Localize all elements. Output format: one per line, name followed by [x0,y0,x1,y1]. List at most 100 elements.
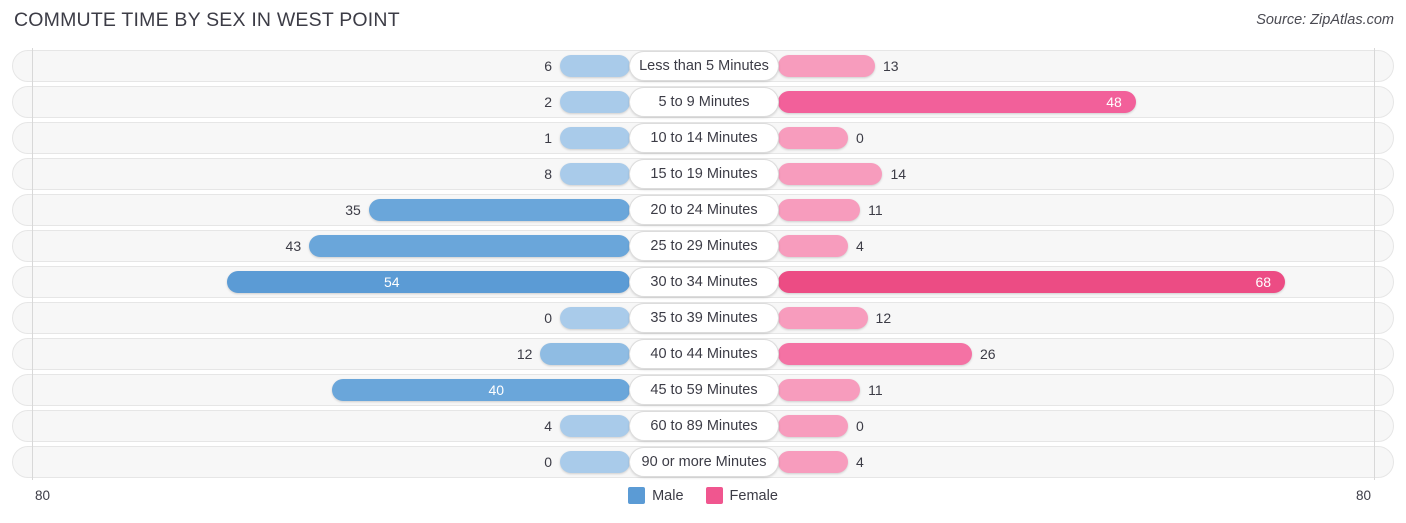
row-bars: 8 14 15 to 19 Minutes [0,156,1406,192]
category-label: 10 to 14 Minutes [650,130,758,146]
table-row: 2 48 5 to 9 Minutes [0,84,1406,120]
legend-label: Female [729,487,778,504]
bar-value-male: 1 [544,130,552,146]
category-label-pill: 40 to 44 Minutes [629,339,779,369]
bar-female[interactable] [778,415,848,437]
category-label: 40 to 44 Minutes [650,346,758,362]
bar-male[interactable] [560,127,630,149]
category-label-pill: 30 to 34 Minutes [629,267,779,297]
bar-value-male: 35 [345,202,361,218]
row-bars: 54 68 30 to 34 Minutes [0,264,1406,300]
bar-male[interactable] [368,199,630,221]
bar-value-male: 8 [544,166,552,182]
category-label: 15 to 19 Minutes [650,166,758,182]
bar-value-male: 43 [285,238,302,254]
bar-male[interactable] [560,415,630,437]
category-label: 45 to 59 Minutes [650,382,758,398]
plot-area: 6 13 Less than 5 Minutes 2 48 5 to 9 Minutes 1… [0,48,1406,480]
row-bars: 4 0 60 to 89 Minutes [0,408,1406,444]
page-title: COMMUTE TIME BY SEX IN WEST POINT [14,9,400,31]
table-row: 6 13 Less than 5 Minutes [0,48,1406,84]
row-bars: 43 4 25 to 29 Minutes [0,228,1406,264]
legend-item-female[interactable]: Female [705,487,778,504]
legend-label: Male [652,487,684,504]
bar-value-female: 68 [1255,274,1272,290]
category-label: 35 to 39 Minutes [650,310,758,326]
category-label: 5 to 9 Minutes [658,94,750,110]
bar-male[interactable] [331,379,630,401]
bar-male[interactable] [309,235,630,257]
row-bars: 0 12 35 to 39 Minutes [0,300,1406,336]
bar-value-female: 11 [868,382,883,398]
bar-female[interactable] [778,55,875,77]
bar-value-female: 14 [890,166,907,182]
bar-rows: 6 13 Less than 5 Minutes 2 48 5 to 9 Minutes 1… [0,48,1406,480]
bar-value-male: 12 [516,346,533,362]
bar-value-male: 2 [544,94,552,110]
bar-male[interactable] [540,343,630,365]
bar-female[interactable] [778,127,848,149]
legend-swatch-female [705,487,723,504]
table-row: 8 14 15 to 19 Minutes [0,156,1406,192]
bar-value-male: 4 [544,418,552,434]
bar-male[interactable] [560,307,630,329]
category-label-pill: 35 to 39 Minutes [629,303,779,333]
row-bars: 12 26 40 to 44 Minutes [0,336,1406,372]
category-label: 60 to 89 Minutes [650,418,758,434]
bar-value-female: 0 [856,418,864,434]
bar-female[interactable] [778,199,861,221]
bar-female[interactable] [778,343,973,365]
bar-male[interactable] [227,271,630,293]
category-label: 25 to 29 Minutes [650,238,758,254]
legend-swatch-male [628,487,646,504]
category-label-pill: 25 to 29 Minutes [629,231,779,261]
category-label-pill: 5 to 9 Minutes [629,87,779,117]
row-bars: 1 0 10 to 14 Minutes [0,120,1406,156]
table-row: 54 68 30 to 34 Minutes [0,264,1406,300]
category-label-pill: 15 to 19 Minutes [629,159,779,189]
bar-male[interactable] [560,91,630,113]
bar-value-female: 12 [875,310,892,326]
chart-header: COMMUTE TIME BY SEX IN WEST POINT Source… [0,0,1406,44]
bar-female[interactable] [778,451,848,473]
bar-male[interactable] [560,451,630,473]
bar-female[interactable] [778,91,1137,113]
bar-female[interactable] [778,163,883,185]
table-row: 43 4 25 to 29 Minutes [0,228,1406,264]
table-row: 40 11 45 to 59 Minutes [0,372,1406,408]
bar-male[interactable] [560,163,630,185]
bar-female[interactable] [778,271,1286,293]
source-attribution: Source: ZipAtlas.com [1256,12,1394,28]
bar-female[interactable] [778,379,861,401]
table-row: 0 4 90 or more Minutes [0,444,1406,480]
bar-value-male: 0 [544,454,552,470]
row-bars: 0 4 90 or more Minutes [0,444,1406,480]
bar-value-female: 0 [856,130,864,146]
row-bars: 2 48 5 to 9 Minutes [0,84,1406,120]
category-label-pill: 45 to 59 Minutes [629,375,779,405]
axis-line-left [32,48,33,480]
bar-value-female: 13 [883,58,899,74]
bar-value-female: 11 [868,202,883,218]
category-label: 90 or more Minutes [641,454,767,470]
bar-female[interactable] [778,235,848,257]
category-label: 20 to 24 Minutes [650,202,758,218]
category-label-pill: 90 or more Minutes [629,447,779,477]
axis-line-right [1374,48,1375,480]
category-label-pill: 60 to 89 Minutes [629,411,779,441]
bar-value-female: 26 [980,346,996,362]
category-label-pill: Less than 5 Minutes [629,51,779,81]
bar-value-male: 6 [544,58,552,74]
table-row: 4 0 60 to 89 Minutes [0,408,1406,444]
bar-male[interactable] [560,55,630,77]
bar-value-male: 54 [384,274,400,290]
category-label-pill: 20 to 24 Minutes [629,195,779,225]
chart-page: COMMUTE TIME BY SEX IN WEST POINT Source… [0,0,1406,523]
bar-value-male: 40 [488,382,505,398]
bar-female[interactable] [778,307,868,329]
category-label: Less than 5 Minutes [639,58,769,74]
bar-value-male: 0 [544,310,552,326]
bar-value-female: 4 [856,238,864,254]
table-row: 35 11 20 to 24 Minutes [0,192,1406,228]
legend-item-male[interactable]: Male [628,487,684,504]
